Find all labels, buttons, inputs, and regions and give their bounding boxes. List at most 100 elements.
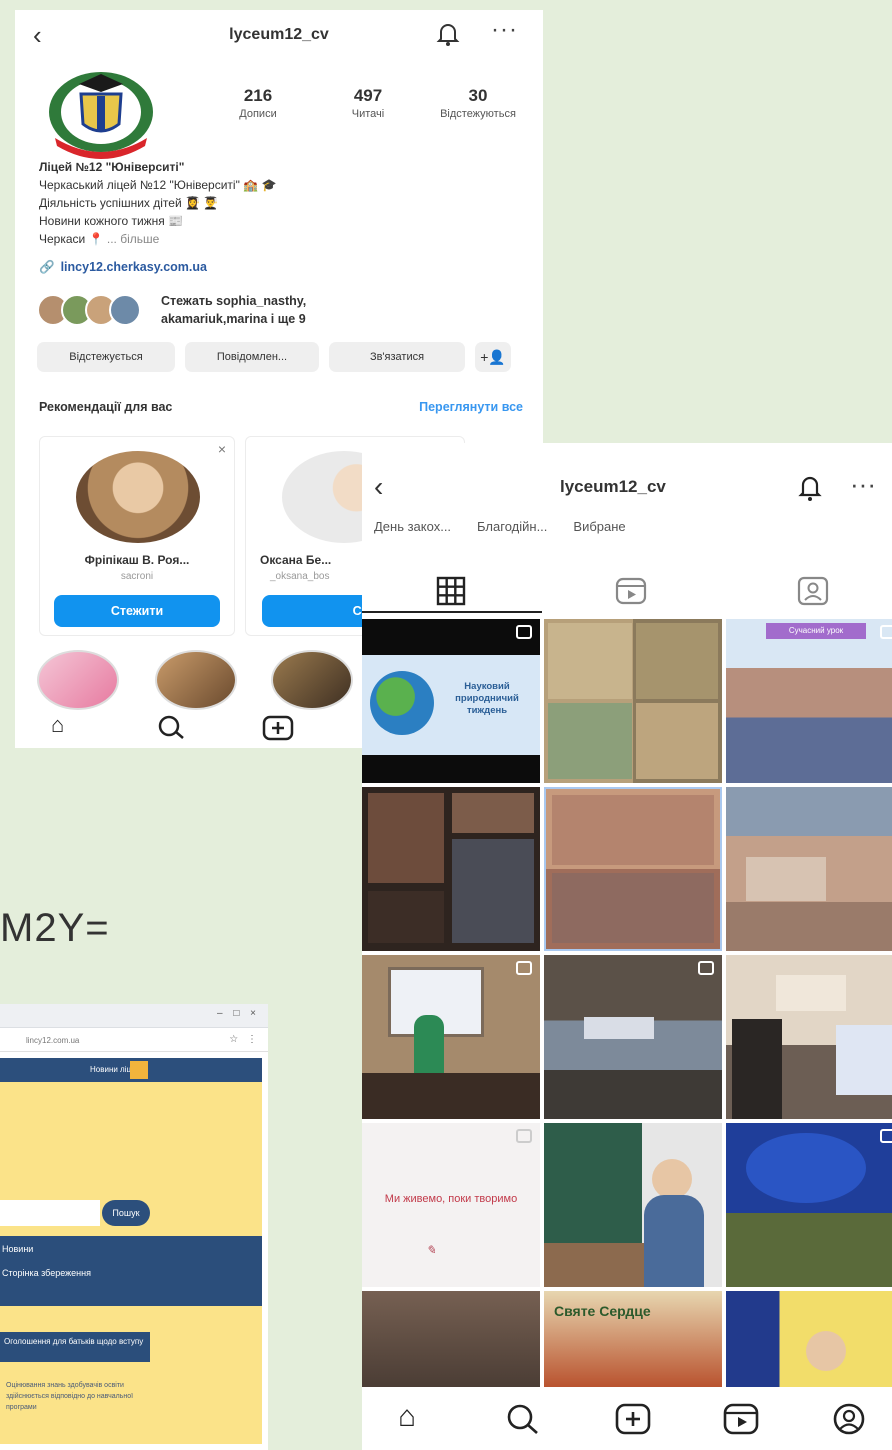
search-input[interactable] <box>0 1200 100 1226</box>
overlay-text: M2Y= <box>0 906 110 950</box>
grid-post[interactable] <box>544 619 722 783</box>
search-button[interactable]: Пошук <box>102 1200 150 1226</box>
highlight-label[interactable]: Благодійн... <box>477 519 547 534</box>
grid-post[interactable] <box>544 1123 722 1287</box>
story-highlight[interactable] <box>271 650 353 710</box>
site-text: Оцінювання знань здобувачів освіти здійс… <box>6 1382 134 1411</box>
grid-post[interactable] <box>544 955 722 1119</box>
suggested-handle: sacroni <box>120 571 154 582</box>
browser-tools-icon[interactable]: ☆ ⋮ <box>229 1034 260 1045</box>
grid-post[interactable] <box>726 787 892 951</box>
profile-tabs <box>362 569 892 615</box>
reels-icon[interactable] <box>722 1402 760 1436</box>
followed-by-text: Стежать sophia_nasthy, akamariuk,marina … <box>161 294 307 326</box>
grid-post[interactable] <box>362 955 540 1119</box>
notice-banner[interactable]: Оголошення для батьків щодо вступу <box>0 1332 150 1362</box>
site-nav-item[interactable]: Сторінка збереження <box>2 1268 91 1278</box>
address-bar[interactable]: lincy12.com.ua ☆ ⋮ <box>0 1030 268 1052</box>
see-all-link[interactable]: Переглянути все <box>419 400 523 414</box>
orange-square-icon <box>130 1061 148 1079</box>
posts-stat[interactable]: 216 Дописи <box>203 86 313 120</box>
bell-icon[interactable] <box>433 18 463 48</box>
bio-more-link[interactable]: ... більше <box>107 232 159 246</box>
following-button[interactable]: Відстежується <box>37 342 175 372</box>
following-stat[interactable]: 30 Відстежуються <box>423 86 533 120</box>
home-icon[interactable]: ⌂ <box>398 1400 416 1434</box>
carousel-icon <box>880 625 892 639</box>
recommendations-header: Рекомендації для вас Переглянути все <box>39 400 523 414</box>
site-content <box>0 1306 262 1444</box>
grid-post[interactable] <box>362 787 540 951</box>
carousel-icon <box>516 961 532 975</box>
grid-post[interactable]: Науковий природничий тиждень <box>362 619 540 783</box>
post-caption: Науковий природничий тиждень <box>455 681 519 716</box>
link-icon: 🔗 <box>39 260 55 274</box>
bio-line: Черкаський ліцей №12 "Юніверситі" 🏫 🎓 <box>39 178 277 192</box>
grid-post[interactable] <box>544 787 722 951</box>
carousel-icon <box>880 1129 892 1143</box>
suggested-name: Фріпікаш В. Роя... <box>84 553 190 567</box>
carousel-icon <box>516 1129 532 1143</box>
site-nav: Новини Сторінка збереження <box>0 1236 262 1306</box>
profile-bio: Ліцей №12 "Юніверситі" Черкаський ліцей … <box>39 158 479 248</box>
profile-stats: 216 Дописи 497 Читачі 30 Відстежуються <box>203 86 533 120</box>
more-options-icon[interactable]: ··· <box>850 469 876 500</box>
carousel-icon <box>698 961 714 975</box>
contact-button[interactable]: Зв'язатися <box>329 342 465 372</box>
highlight-label[interactable]: День закох... <box>374 519 451 534</box>
grid-post[interactable] <box>726 1291 892 1387</box>
new-post-icon[interactable] <box>261 714 295 742</box>
grid-post[interactable] <box>726 1123 892 1287</box>
post-caption: Сучасний урок <box>766 623 866 639</box>
follow-button[interactable]: Стежити <box>54 595 220 627</box>
story-highlight[interactable] <box>155 650 237 710</box>
follower-avatar <box>109 294 141 326</box>
profile-icon[interactable] <box>830 1402 868 1436</box>
grid-post[interactable]: Ми живемо, поки творимо ✎ <box>362 1123 540 1287</box>
highlight-label[interactable]: Вибране <box>573 519 625 534</box>
grid-post[interactable] <box>362 1291 540 1387</box>
signature-mark: ✎ <box>426 1243 437 1257</box>
grid-post[interactable] <box>726 955 892 1119</box>
bottom-nav: ⌂ <box>362 1388 892 1450</box>
grid-post[interactable]: Сучасний урок <box>726 619 892 783</box>
story-highlight[interactable] <box>37 650 119 710</box>
bio-line: Новини кожного тижня 📰 <box>39 214 184 228</box>
highlight-labels: День закох... Благодійн... Вибране <box>374 519 626 534</box>
recommendation-card[interactable]: × Фріпікаш В. Роя... sacroni Стежити <box>39 436 235 636</box>
home-icon[interactable]: ⌂ <box>51 712 64 738</box>
window-controls[interactable]: – □ × <box>217 1008 260 1019</box>
bell-icon[interactable] <box>794 471 826 503</box>
avatar <box>76 451 200 543</box>
add-person-icon[interactable]: +👤 <box>475 342 511 372</box>
profile-actions: Відстежується Повідомлен... Зв'язатися +… <box>37 342 527 372</box>
site-nav-item[interactable]: Новини <box>2 1244 33 1254</box>
recommendations-title: Рекомендації для вас <box>39 400 173 414</box>
followed-by[interactable]: Стежать sophia_nasthy, akamariuk,marina … <box>37 290 517 332</box>
more-options-icon[interactable]: ··· <box>491 16 518 44</box>
bio-line: Діяльність успішних дітей 👩‍🎓 👨‍🎓 <box>39 196 219 210</box>
grid-username: lyceum12_cv <box>560 477 666 496</box>
avatar[interactable] <box>45 68 157 160</box>
url-text: lincy12.com.ua <box>26 1036 80 1045</box>
post-caption: Святе Сердце <box>554 1303 651 1319</box>
profile-website-link[interactable]: 🔗 lincy12.cherkasy.com.ua <box>39 260 207 275</box>
tagged-icon[interactable] <box>796 575 830 607</box>
back-icon[interactable]: ‹ <box>374 471 383 503</box>
message-button[interactable]: Повідомлен... <box>185 342 319 372</box>
site-header: Новини ліцею <box>0 1058 262 1082</box>
post-caption: Ми живемо, поки творимо <box>384 1193 518 1205</box>
close-icon[interactable]: × <box>218 441 226 457</box>
profile-name: Ліцей №12 "Юніверситі" <box>39 160 185 174</box>
new-post-icon[interactable] <box>614 1402 652 1436</box>
grid-post[interactable]: Святе Сердце <box>544 1291 722 1387</box>
search-icon[interactable] <box>155 714 189 740</box>
profile-username: lyceum12_cv <box>229 26 329 43</box>
browser-titlebar: – □ × <box>0 1004 268 1028</box>
followers-stat[interactable]: 497 Читачі <box>313 86 423 120</box>
reels-icon[interactable] <box>614 575 648 607</box>
grid-icon[interactable] <box>434 575 468 607</box>
browser-screenshot: – □ × lincy12.com.ua ☆ ⋮ Новини ліцею По… <box>0 1004 268 1450</box>
search-icon[interactable] <box>504 1402 542 1436</box>
carousel-icon <box>516 625 532 639</box>
